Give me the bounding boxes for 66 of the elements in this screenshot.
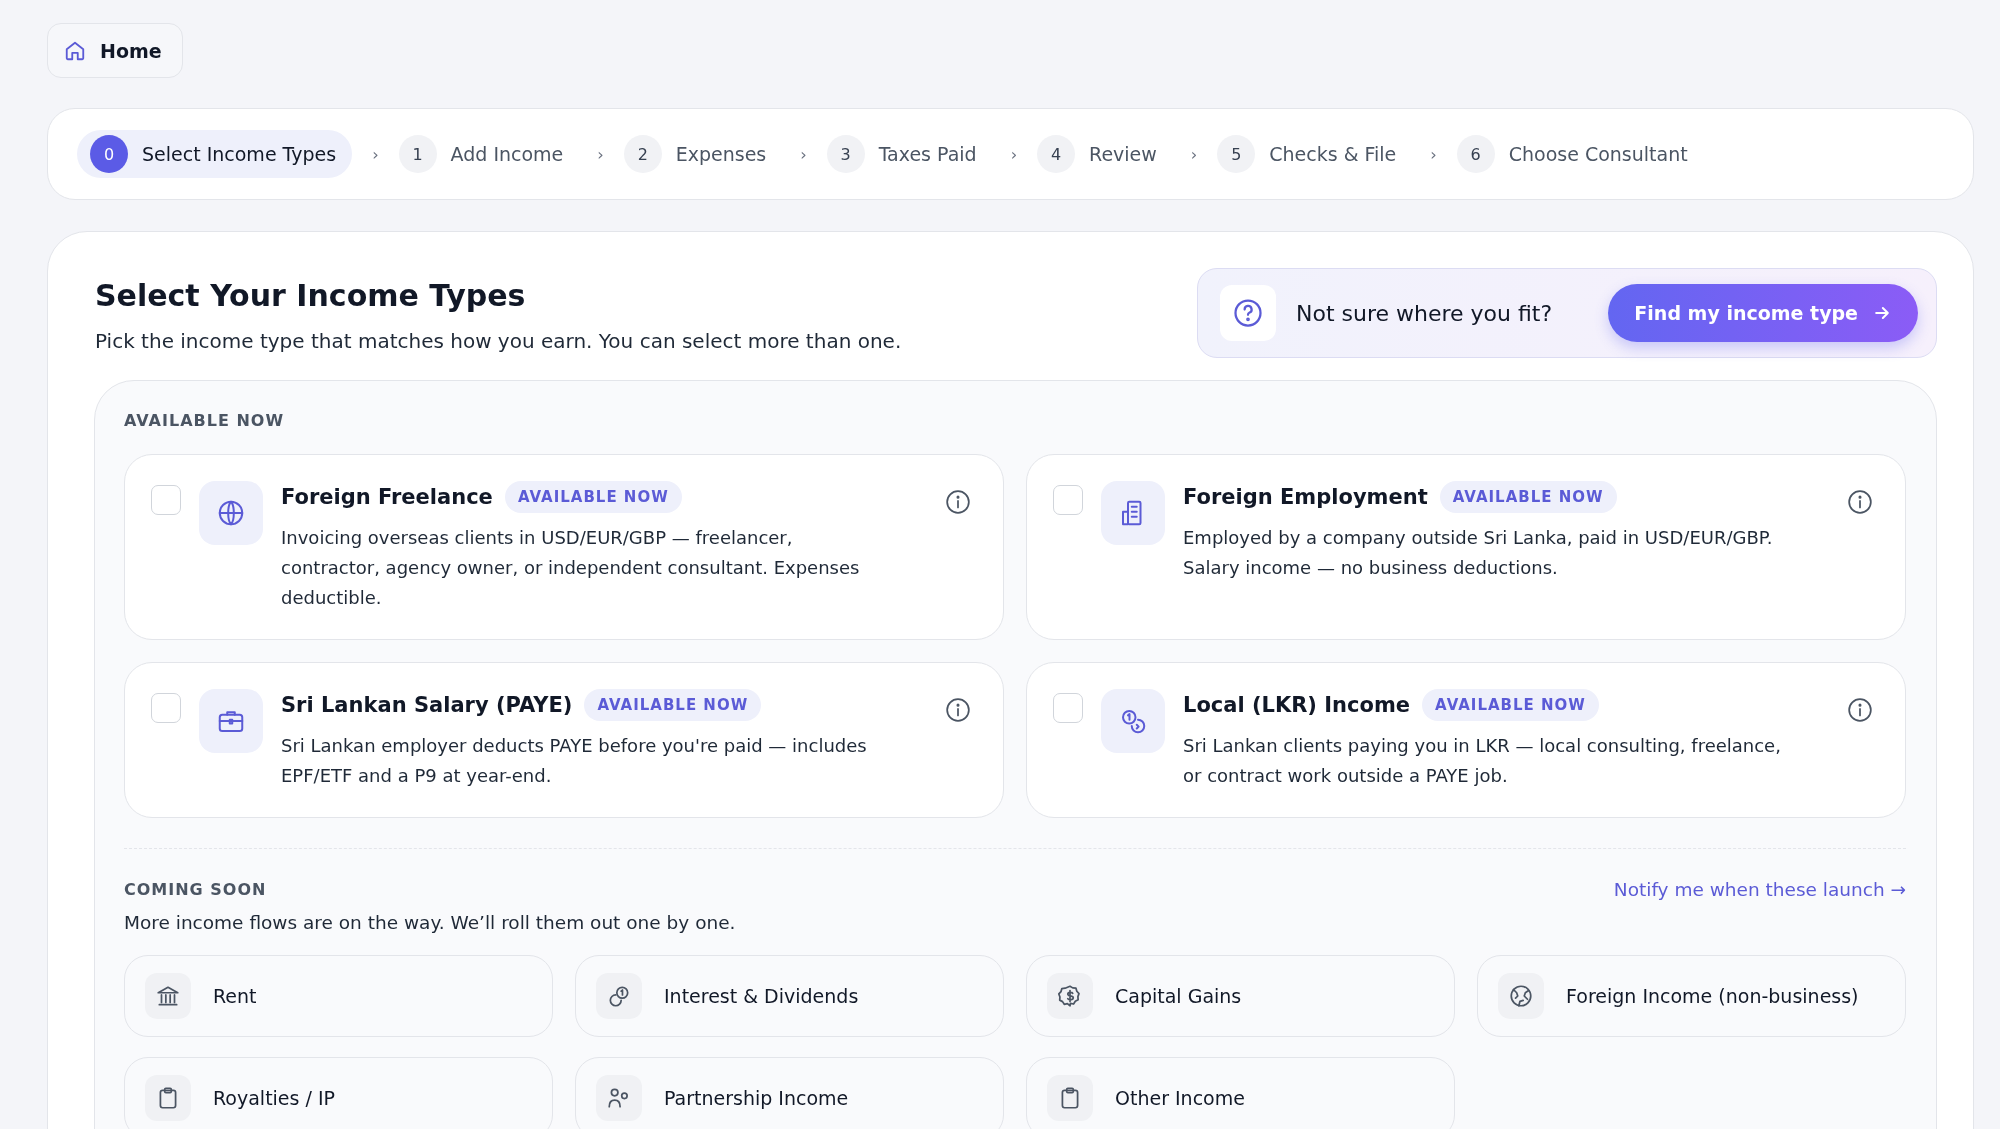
card-title: Local (LKR) Income <box>1183 693 1411 717</box>
people-icon <box>596 1075 642 1121</box>
section-heading: COMING SOON <box>124 880 267 899</box>
card-title: Sri Lankan Salary (PAYE) <box>281 693 573 717</box>
section-heading: AVAILABLE NOW <box>124 411 286 430</box>
page-subtitle: Pick the income type that matches how you earn. You can select more than one. <box>95 329 902 353</box>
card-description: Employed by a company outside Sri Lanka, paid in USD/EUR/GBP. Salary income — no business deductions. <box>1183 526 1774 580</box>
chevron-separator: › <box>1009 144 1019 164</box>
info-icon[interactable] <box>945 697 971 723</box>
briefcase-icon <box>199 689 263 753</box>
step-tab[interactable]: 0 Select Income Types <box>77 130 353 178</box>
coins-icon <box>1101 689 1165 753</box>
help-text: Not sure where you fit? <box>1296 300 1554 326</box>
bank-icon <box>145 973 191 1019</box>
chevron-separator: › <box>799 144 808 164</box>
coming-soon-label: Capital Gains <box>1115 985 1242 1007</box>
income-type-card[interactable]: Sri Lankan Salary (PAYE) AVAILABLE NOW Sri Lankan employer deducts PAYE before you're paid — includes EPF/ETF and a P9 at year-end. <box>124 662 1004 818</box>
globe-icon <box>1498 973 1544 1019</box>
status-badge: AVAILABLE NOW <box>1422 689 1599 721</box>
coming-soon-label: Rent <box>213 985 257 1007</box>
step-tab[interactable]: 5 Checks & File <box>1217 130 1411 178</box>
income-type-card[interactable]: Foreign Employment AVAILABLE NOW Employed by a company outside Sri Lanka, paid in USD/EUR/GBP. Salary income — no business deductions. <box>1026 454 1906 640</box>
info-icon[interactable] <box>945 489 971 515</box>
step-tab[interactable]: 3 Taxes Paid <box>826 130 991 178</box>
step-tab[interactable]: 2 Expenses <box>623 130 781 178</box>
checkbox[interactable] <box>1053 693 1083 723</box>
globe-icon <box>199 481 263 545</box>
clipboard-icon <box>145 1075 191 1121</box>
chevron-separator: › <box>596 144 605 164</box>
dollar-icon <box>1047 973 1093 1019</box>
coming-soon-label: Partnership Income <box>664 1087 849 1109</box>
chevron-separator: › <box>371 144 380 164</box>
coming-soon-label: Interest & Dividends <box>664 985 859 1007</box>
coming-soon-label: Other Income <box>1115 1087 1245 1109</box>
income-type-card[interactable]: Local (LKR) Income AVAILABLE NOW Sri Lankan clients paying you in LKR — local consulting, freelance, or contract work outside a PAYE job. <box>1026 662 1906 818</box>
status-badge: AVAILABLE NOW <box>584 689 762 721</box>
home-icon <box>64 39 86 62</box>
income-type-card[interactable]: Foreign Freelance AVAILABLE NOW Invoicing overseas clients in USD/EUR/GBP — freelancer, contractor, agency owner, or independent consultant. Expenses deductible. <box>124 454 1004 640</box>
home-button[interactable]: Home <box>47 23 183 78</box>
step-tab[interactable]: 1 Add Income <box>398 130 578 178</box>
coming-soon-label: Foreign Income (non-business) <box>1566 985 1859 1007</box>
info-icon[interactable] <box>1847 489 1873 515</box>
section-description: More income flows are on the way. We’ll roll them out one by one. <box>124 912 737 933</box>
info-icon[interactable] <box>1847 697 1873 723</box>
question-icon <box>1220 285 1276 341</box>
checkbox[interactable] <box>1053 485 1083 515</box>
step-tab[interactable]: 4 Review <box>1037 130 1171 178</box>
coming-soon-label: Royalties / IP <box>213 1087 335 1109</box>
step-tab[interactable]: 6 Choose Consultant <box>1456 130 1702 178</box>
chevron-separator: › <box>1429 144 1438 164</box>
building-icon <box>1101 481 1165 545</box>
clipboard-icon <box>1047 1075 1093 1121</box>
find-income-type-button[interactable]: Find my income type <box>1608 284 1918 342</box>
status-badge: AVAILABLE NOW <box>1439 481 1617 513</box>
status-badge: AVAILABLE NOW <box>504 481 682 513</box>
chevron-separator: › <box>1189 144 1199 164</box>
checkbox[interactable] <box>151 693 181 723</box>
page-title: Select Your Income Types <box>95 278 527 313</box>
card-title: Foreign Freelance <box>281 485 493 509</box>
notify-link[interactable]: Notify me when these launch → <box>1613 879 1906 900</box>
card-title: Foreign Employment <box>1183 485 1428 509</box>
card-description: Invoicing overseas clients in USD/EUR/GBP — freelancer, contractor, agency owner, or independent consultant. Expenses deductible. <box>281 526 861 610</box>
checkbox[interactable] <box>151 485 181 515</box>
card-description: Sri Lankan employer deducts PAYE before you're paid — includes EPF/ETF and a P9 at year-end. <box>281 734 868 788</box>
coins-icon <box>596 973 642 1019</box>
card-description: Sri Lankan clients paying you in LKR — local consulting, freelance, or contract work outside a PAYE job. <box>1183 734 1782 788</box>
